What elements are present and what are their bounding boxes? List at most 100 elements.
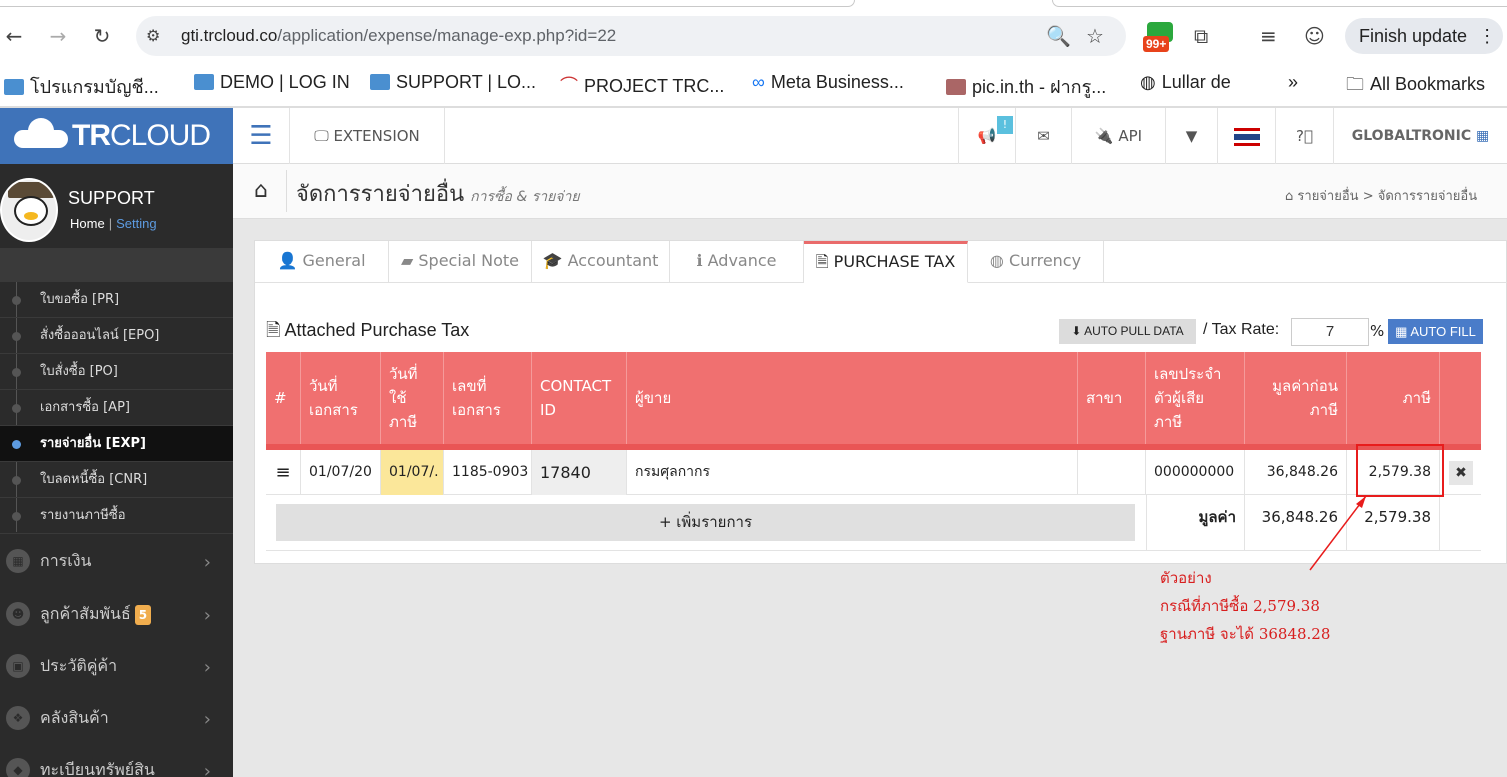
- auto-fill-button[interactable]: ▦ AUTO FILL: [1388, 319, 1483, 344]
- extensions-puzzle-icon[interactable]: ⧉: [1194, 24, 1208, 48]
- zoom-icon[interactable]: 🔍: [1046, 24, 1071, 48]
- user-icon: 👤: [277, 251, 298, 270]
- media-control-icon[interactable]: ≡: [1260, 24, 1277, 48]
- branch-cell[interactable]: [1078, 450, 1146, 495]
- url-text[interactable]: gti.trcloud.co/application/expense/manag…: [181, 26, 616, 46]
- bookmark-label: Meta Business...: [770, 72, 904, 92]
- contact-card-icon: ▣: [6, 654, 30, 678]
- sidebar-group-purchase[interactable]: [0, 248, 233, 282]
- sidebar-item-partner[interactable]: ▣ ประวัติคู่ค้า ›: [0, 640, 233, 692]
- sidebar-item-epo[interactable]: สั่งซื้อออนไลน์ [EPO]: [0, 318, 233, 354]
- crm-badge: 5: [134, 605, 152, 625]
- extension-label: EXTENSION: [333, 127, 420, 145]
- sidebar-item-inventory[interactable]: ❖ คลังสินค้า ›: [0, 692, 233, 744]
- mail-button[interactable]: ✉: [1016, 108, 1072, 164]
- auto-pull-label: AUTO PULL DATA: [1084, 324, 1184, 338]
- vendor-cell[interactable]: กรมศุลกากร: [627, 450, 1078, 495]
- tab-accountant[interactable]: 🎓 Accountant: [532, 241, 670, 283]
- tab-general[interactable]: 👤 General: [255, 241, 389, 283]
- megaphone-icon: 📢: [977, 127, 997, 145]
- bookmark-item[interactable]: pic.in.th - ฝากรู...: [946, 72, 1106, 101]
- sidebar-item-cnr[interactable]: ใบลดหนี้ซื้อ [CNR]: [0, 462, 233, 498]
- finish-update-label: Finish update: [1359, 26, 1468, 46]
- tax-rate-input[interactable]: 7: [1291, 318, 1369, 346]
- back-icon[interactable]: ←: [0, 22, 28, 50]
- bookmark-item[interactable]: ⌒ PROJECT TRC...: [560, 72, 724, 98]
- drag-handle-icon[interactable]: ≡: [266, 450, 301, 495]
- annotation-line1: ตัวอย่าง: [1160, 569, 1212, 587]
- tab-label: Accountant: [567, 251, 659, 270]
- sidebar-item-label: เอกสารซื้อ [AP]: [40, 400, 130, 415]
- sidebar-item-ap[interactable]: เอกสารซื้อ [AP]: [0, 390, 233, 426]
- tax-rate-label: / Tax Rate:: [1203, 321, 1280, 338]
- bookmark-star-icon[interactable]: ☆: [1086, 24, 1104, 48]
- announcement-button[interactable]: 📢!: [958, 108, 1016, 164]
- sidebar-item-assets[interactable]: ◆ ทะเบียนทรัพย์สิน ›: [0, 744, 233, 777]
- breadcrumb-expense[interactable]: รายจ่ายอื่น: [1297, 189, 1358, 204]
- meta-favicon-icon: ∞: [752, 72, 765, 92]
- tax-id-cell[interactable]: 000000000: [1146, 450, 1245, 495]
- extension-icon[interactable]: 99+: [1143, 22, 1177, 54]
- delete-row-icon[interactable]: ✖: [1449, 461, 1473, 485]
- add-row-button[interactable]: + เพิ่มรายการ: [276, 504, 1135, 541]
- forward-icon[interactable]: →: [44, 22, 72, 50]
- column-header: เลขที่ เอกสาร: [444, 352, 532, 444]
- breadcrumb-home-icon[interactable]: ⌂: [1285, 189, 1293, 204]
- auto-pull-data-button[interactable]: ⬇ AUTO PULL DATA: [1059, 319, 1196, 344]
- document-icon: 🗎: [266, 320, 281, 340]
- sidebar-item-label: ประวัติคู่ค้า: [40, 656, 118, 675]
- contact-id-cell[interactable]: 17840: [532, 450, 627, 495]
- chevron-right-icon: ›: [203, 761, 211, 777]
- tab-purchase-tax[interactable]: 🗎 PURCHASE TAX: [804, 241, 968, 283]
- bookmark-item[interactable]: ◍ Lullar de: [1140, 72, 1231, 93]
- chevron-right-icon: ›: [203, 657, 211, 678]
- tab-advance[interactable]: ℹ Advance: [670, 241, 804, 283]
- bookmark-item[interactable]: DEMO | LOG IN: [194, 72, 350, 93]
- chevron-right-icon: ›: [203, 552, 211, 573]
- dropdown-button[interactable]: ▼: [1166, 108, 1218, 164]
- trcloud-logo[interactable]: TRCLOUD: [14, 118, 211, 153]
- menu-toggle-button[interactable]: ☰: [233, 108, 290, 164]
- doc-number-cell[interactable]: 1185-0903: [444, 450, 532, 495]
- company-button[interactable]: GLOBALTRONIC ▦: [1334, 108, 1507, 164]
- sidebar-item-tax-report[interactable]: รายงานภาษีซื้อ: [0, 498, 233, 534]
- cubes-icon: ❖: [6, 706, 30, 730]
- doc-date-cell[interactable]: 01/07/20: [301, 450, 381, 495]
- sidebar-item-label: ลูกค้าสัมพันธ์: [40, 604, 131, 623]
- finish-update-button[interactable]: Finish update ⋮: [1345, 18, 1503, 54]
- sidebar-item-crm[interactable]: ☻ ลูกค้าสัมพันธ์ 5 ›: [0, 588, 233, 640]
- language-button[interactable]: [1218, 108, 1276, 164]
- site-info-icon[interactable]: ⚙: [146, 26, 160, 45]
- sidebar-item-exp[interactable]: รายจ่ายอื่น [EXP]: [0, 426, 233, 462]
- bookmark-label: DEMO | LOG IN: [220, 72, 350, 92]
- column-header: ภาษี: [1347, 352, 1440, 444]
- all-bookmarks[interactable]: 🗀 All Bookmarks: [1346, 72, 1485, 102]
- tab-label: Special Note: [418, 251, 519, 270]
- bookmark-item[interactable]: ∞ Meta Business...: [752, 72, 904, 93]
- tax-date-cell[interactable]: 01/07/.: [381, 450, 444, 495]
- section-title: 🗎 Attached Purchase Tax: [266, 318, 469, 348]
- monitor-icon: 🖵: [314, 127, 329, 145]
- reload-icon[interactable]: ↻: [88, 22, 116, 50]
- sticky-note-icon: ▰: [400, 251, 414, 270]
- profile-avatar-icon[interactable]: ☺: [1304, 24, 1325, 48]
- logo-light: CLOUD: [110, 119, 211, 152]
- help-button[interactable]: ?⃝: [1276, 108, 1334, 164]
- tab-special-note[interactable]: ▰ Special Note: [389, 241, 532, 283]
- sidebar-item-finance[interactable]: ▦ การเงิน ›: [0, 535, 233, 587]
- extension-button[interactable]: 🖵 EXTENSION: [290, 108, 445, 164]
- sidebar-item-pr[interactable]: ใบขอซื้อ [PR]: [0, 282, 233, 318]
- setting-link[interactable]: Setting: [116, 216, 156, 231]
- column-header: สาขา: [1078, 352, 1146, 444]
- tabs-line: [1104, 282, 1507, 283]
- bookmark-item[interactable]: โปรแกรมบัญชี...: [4, 72, 159, 101]
- sidebar-item-po[interactable]: ใบสั่งซื้อ [PO]: [0, 354, 233, 390]
- amount-cell[interactable]: 36,848.26: [1245, 450, 1347, 495]
- calculator-icon: ▦: [1395, 324, 1408, 339]
- tab-currency[interactable]: ◍ Currency: [968, 241, 1104, 283]
- api-button[interactable]: 🔌 API: [1072, 108, 1166, 164]
- bookmarks-overflow-button[interactable]: »: [1288, 72, 1298, 93]
- project-favicon-icon: ⌒: [560, 76, 578, 96]
- home-link[interactable]: Home: [70, 216, 105, 231]
- bookmark-item[interactable]: SUPPORT | LO...: [370, 72, 536, 93]
